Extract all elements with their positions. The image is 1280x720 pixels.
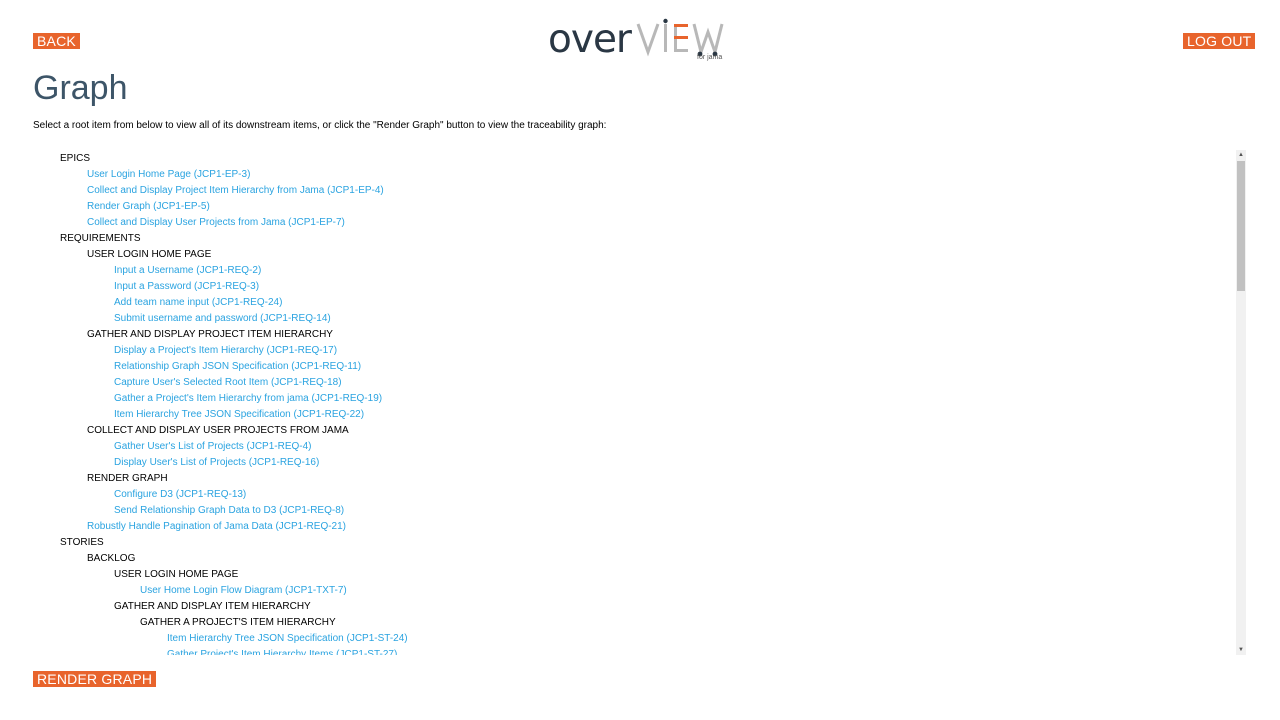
tree-item-link[interactable]: Add team name input (JCP1-REQ-24): [60, 295, 1236, 311]
overview-logo: over for jama: [548, 14, 738, 66]
tree-item-link[interactable]: Robustly Handle Pagination of Jama Data …: [60, 519, 1236, 535]
tree-item-link[interactable]: Capture User's Selected Root Item (JCP1-…: [60, 375, 1236, 391]
tree-item-link[interactable]: Gather Project's Item Hierarchy Items (J…: [60, 647, 1236, 655]
graph-page: BACK over for jama LOG OUT Graph Select …: [0, 0, 1280, 720]
tree-item-link[interactable]: Render Graph (JCP1-EP-5): [60, 199, 1236, 215]
tree-group-heading: STORIES: [60, 537, 104, 548]
scroll-down-arrow-icon[interactable]: ▼: [1236, 645, 1246, 655]
tree-item-link[interactable]: Gather User's List of Projects (JCP1-REQ…: [60, 439, 1236, 455]
scroll-up-arrow-icon[interactable]: ▲: [1236, 150, 1246, 160]
item-hierarchy-tree: EPICS User Login Home Page (JCP1-EP-3) Col…: [60, 151, 1236, 655]
back-button[interactable]: BACK: [33, 33, 80, 49]
tree-item-link[interactable]: Collect and Display User Projects from J…: [60, 215, 1236, 231]
tree-item-link[interactable]: Configure D3 (JCP1-REQ-13): [60, 487, 1236, 503]
logo-word-view: [636, 18, 724, 58]
tree-group-heading: USER LOGIN HOME PAGE: [87, 249, 212, 260]
tree-item-link[interactable]: Collect and Display Project Item Hierarc…: [60, 183, 1236, 199]
tree-group-heading: EPICS: [60, 153, 91, 164]
scrollbar-thumb[interactable]: [1237, 161, 1245, 291]
tree-item-link[interactable]: User Login Home Page (JCP1-EP-3): [60, 167, 1236, 183]
tree-group-heading: COLLECT AND DISPLAY USER PROJECTS FROM J…: [87, 425, 349, 436]
tree-item-link[interactable]: Send Relationship Graph Data to D3 (JCP1…: [60, 503, 1236, 519]
tree-group-heading: GATHER A PROJECT'S ITEM HIERARCHY: [140, 617, 336, 628]
tree-item-link[interactable]: Item Hierarchy Tree JSON Specification (…: [60, 631, 1236, 647]
tree-item-link[interactable]: Gather a Project's Item Hierarchy from j…: [60, 391, 1236, 407]
tree-item-link[interactable]: Submit username and password (JCP1-REQ-1…: [60, 311, 1236, 327]
tree-scrollbar[interactable]: ▲ ▼: [1236, 150, 1246, 655]
logo-word-over: over: [548, 17, 632, 62]
tree-item-link[interactable]: Relationship Graph JSON Specification (J…: [60, 359, 1236, 375]
tree-group-heading: BACKLOG: [87, 553, 136, 564]
tree-group-heading: RENDER GRAPH: [87, 473, 168, 484]
tree-group-heading: GATHER AND DISPLAY ITEM HIERARCHY: [114, 601, 311, 612]
page-title: Graph: [33, 69, 128, 107]
tree-item-link[interactable]: Input a Password (JCP1-REQ-3): [60, 279, 1236, 295]
tree-item-link[interactable]: Item Hierarchy Tree JSON Specification (…: [60, 407, 1236, 423]
instructions-text: Select a root item from below to view al…: [33, 120, 607, 131]
tree-item-link[interactable]: Display a Project's Item Hierarchy (JCP1…: [60, 343, 1236, 359]
render-graph-button[interactable]: RENDER GRAPH: [33, 671, 157, 687]
logo-tagline: for jama: [697, 54, 723, 61]
tree-group-heading: USER LOGIN HOME PAGE: [114, 569, 239, 580]
logout-button[interactable]: LOG OUT: [1183, 33, 1256, 49]
tree-item-link[interactable]: Input a Username (JCP1-REQ-2): [60, 263, 1236, 279]
tree-group-heading: REQUIREMENTS: [60, 233, 141, 244]
tree-item-link[interactable]: User Home Login Flow Diagram (JCP1-TXT-7…: [60, 583, 1236, 599]
tree-group-heading: GATHER AND DISPLAY PROJECT ITEM HIERARCH…: [87, 329, 333, 340]
tree-item-link[interactable]: Display User's List of Projects (JCP1-RE…: [60, 455, 1236, 471]
